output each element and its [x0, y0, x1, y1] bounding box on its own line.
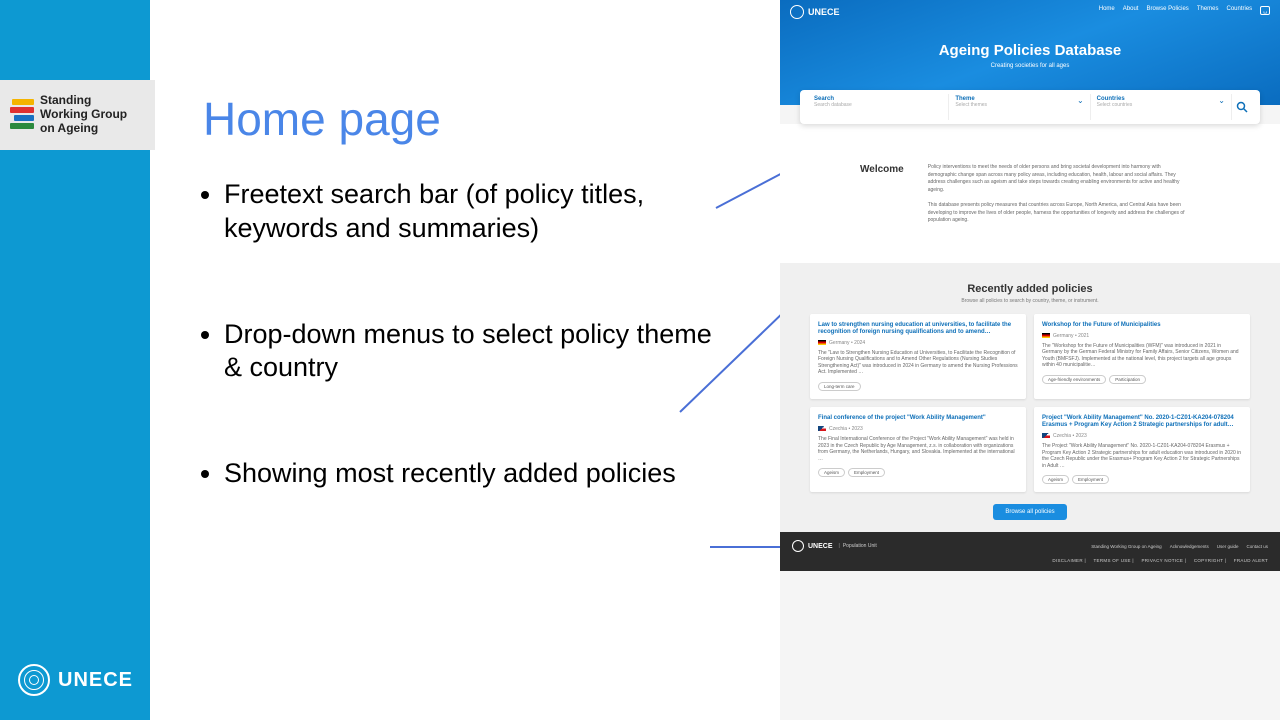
chevron-down-icon: ⌄	[1077, 96, 1084, 105]
welcome-p1: Policy interventions to meet the needs o…	[928, 164, 1188, 194]
footer-link[interactable]: DISCLAIMER	[1052, 558, 1083, 563]
unece-logo: UNECE	[18, 664, 133, 696]
bullet-list: Freetext search bar (of policy titles, k…	[200, 178, 730, 563]
nav-themes[interactable]: Themes	[1197, 6, 1219, 15]
search-icon[interactable]	[1232, 94, 1252, 120]
nav-home[interactable]: Home	[1099, 6, 1115, 15]
lang-toggle-icon[interactable]: ␣	[1260, 6, 1270, 15]
flag-icon	[1042, 433, 1050, 438]
card-title: Law to strengthen nursing education at u…	[818, 322, 1018, 336]
countries-dropdown[interactable]: ⌄ Countries Select countries	[1091, 94, 1232, 120]
footer-link[interactable]: User guide	[1217, 544, 1239, 549]
welcome-p2: This database presents policy measures t…	[928, 202, 1188, 225]
card-desc: The "Law to Strengthen Nursing Education…	[818, 350, 1018, 376]
swga-line2: Working Group	[40, 108, 127, 122]
footer-brand: UNECE | Population Unit	[792, 540, 877, 552]
browse-all-button[interactable]: Browse all policies	[993, 504, 1066, 520]
policy-card[interactable]: Law to strengthen nursing education at u…	[810, 314, 1026, 399]
welcome-heading: Welcome	[860, 164, 904, 233]
card-title: Workshop for the Future of Municipalitie…	[1042, 322, 1242, 329]
footer-link[interactable]: FRAUD ALERT	[1234, 558, 1268, 563]
flag-icon	[1042, 333, 1050, 338]
tag[interactable]: Ageism	[1042, 475, 1069, 484]
tag[interactable]: Employment	[1072, 475, 1109, 484]
card-desc: The Project "Work Ability Management" No…	[1042, 443, 1242, 469]
footer-link[interactable]: COPYRIGHT	[1194, 558, 1223, 563]
cards-grid: Law to strengthen nursing education at u…	[810, 314, 1250, 493]
un-wreath-icon	[790, 5, 804, 19]
nav-countries[interactable]: Countries	[1227, 6, 1253, 15]
recent-heading: Recently added policies	[810, 283, 1250, 295]
card-title: Final conference of the project "Work Ab…	[818, 415, 1018, 422]
theme-dropdown[interactable]: ⌄ Theme Select themes	[949, 94, 1090, 120]
chevron-down-icon: ⌄	[1218, 96, 1225, 105]
footer-link[interactable]: Standing Working Group on Ageing	[1091, 544, 1161, 549]
card-desc: The Final International Conference of th…	[818, 436, 1018, 462]
footer-link[interactable]: Acknowledgements	[1170, 544, 1209, 549]
policy-card[interactable]: Project "Work Ability Management" No. 20…	[1034, 407, 1250, 492]
card-title: Project "Work Ability Management" No. 20…	[1042, 415, 1242, 429]
website-screenshot: UNECE Home About Browse Policies Themes …	[780, 0, 1280, 720]
recent-section: Recently added policies Browse all polic…	[780, 263, 1280, 533]
card-desc: The "Workshop for the Future of Municipa…	[1042, 343, 1242, 369]
un-wreath-icon	[18, 664, 50, 696]
tag[interactable]: Long-term care	[818, 382, 861, 391]
tag[interactable]: Participation	[1109, 375, 1146, 384]
swga-line3: on Ageing	[40, 122, 127, 136]
tag[interactable]: Employment	[848, 468, 885, 477]
search-field[interactable]: Search Search database	[808, 94, 949, 120]
bullet-1: Freetext search bar (of policy titles, k…	[224, 178, 730, 246]
policy-card[interactable]: Final conference of the project "Work Ab…	[810, 407, 1026, 492]
hero-subtitle: Creating societies for all ages	[780, 63, 1280, 69]
footer-link[interactable]: TERMS OF USE	[1094, 558, 1131, 563]
swga-logo-blocks	[10, 99, 34, 131]
nav-browse[interactable]: Browse Policies	[1146, 6, 1188, 15]
swga-logo: Standing Working Group on Ageing	[0, 80, 155, 150]
un-wreath-icon	[792, 540, 804, 552]
bullet-2: Drop-down menus to select policy theme &…	[224, 318, 730, 386]
footer-link[interactable]: PRIVACY NOTICE	[1141, 558, 1183, 563]
page-title: Home page	[203, 92, 441, 146]
mock-nav: Home About Browse Policies Themes Countr…	[1099, 6, 1270, 15]
unece-logo-text: UNECE	[58, 669, 133, 692]
tag[interactable]: Age-friendly environments	[1042, 375, 1106, 384]
search-bar: Search Search database ⌄ Theme Select th…	[800, 90, 1260, 124]
mock-brand: UNECE	[790, 5, 840, 19]
flag-icon	[818, 340, 826, 345]
flag-icon	[818, 426, 826, 431]
recent-sub: Browse all policies to search by country…	[810, 298, 1250, 304]
welcome-section: Welcome Policy interventions to meet the…	[780, 124, 1280, 263]
policy-card[interactable]: Workshop for the Future of Municipalitie…	[1034, 314, 1250, 399]
tag[interactable]: Ageism	[818, 468, 845, 477]
bullet-3: Showing most recently added policies	[224, 457, 730, 491]
swga-line1: Standing	[40, 94, 127, 108]
nav-about[interactable]: About	[1123, 6, 1139, 15]
footer-link[interactable]: Contact us	[1246, 544, 1268, 549]
mock-footer: UNECE | Population Unit Standing Working…	[780, 532, 1280, 571]
